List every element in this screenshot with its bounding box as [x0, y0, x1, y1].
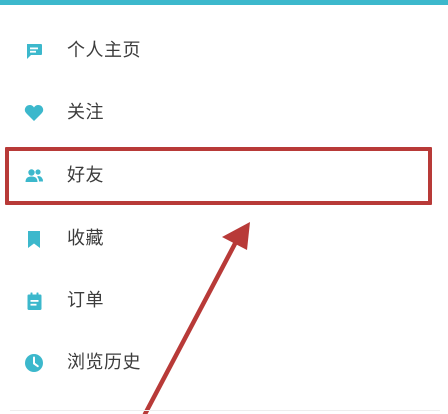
highlight-box — [5, 147, 432, 205]
menu-item-orders[interactable]: 订单 — [0, 281, 448, 321]
menu-item-label: 浏览历史 — [67, 352, 141, 373]
clock-icon — [22, 351, 46, 375]
menu-item-label: 收藏 — [67, 228, 104, 249]
menu-item-label: 关注 — [67, 102, 104, 123]
menu-item-history[interactable]: 浏览历史 — [0, 343, 448, 383]
side-menu: 个人主页 关注 好友 收藏 订单 浏览历史 — [0, 0, 448, 414]
menu-item-label: 个人主页 — [67, 40, 141, 61]
menu-item-label: 订单 — [67, 290, 104, 311]
message-icon — [22, 39, 46, 63]
menu-item-profile[interactable]: 个人主页 — [0, 31, 448, 71]
bookmark-icon — [22, 227, 46, 251]
menu-item-favorites[interactable]: 收藏 — [0, 219, 448, 259]
divider — [10, 410, 440, 411]
order-icon — [22, 289, 46, 313]
menu-item-follow[interactable]: 关注 — [0, 93, 448, 133]
heart-icon — [22, 101, 46, 125]
